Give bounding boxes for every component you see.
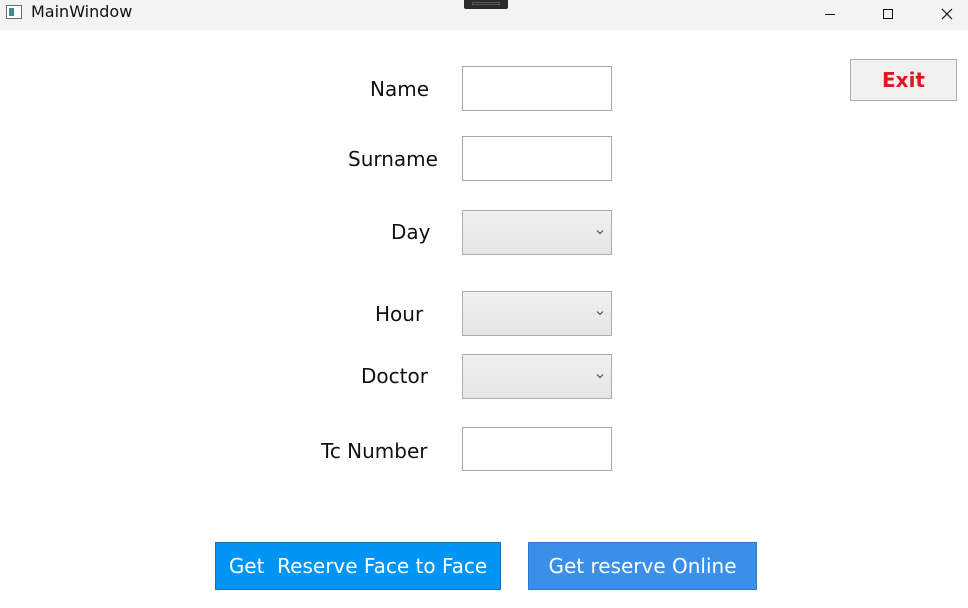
name-input[interactable] [462, 66, 612, 111]
reserve-face-to-face-button[interactable]: Get Reserve Face to Face [215, 542, 501, 590]
hour-combobox[interactable] [462, 291, 612, 336]
close-icon [941, 8, 953, 20]
surname-label: Surname [348, 147, 438, 171]
camera-notch-icon [464, 0, 508, 9]
exit-button[interactable]: Exit [850, 59, 957, 101]
name-label: Name [370, 77, 430, 101]
title-bar[interactable]: MainWindow [0, 0, 968, 30]
maximize-button[interactable] [865, 0, 911, 28]
chevron-down-icon [596, 374, 604, 379]
doctor-label: Doctor [361, 364, 428, 388]
hour-label: Hour [375, 302, 424, 326]
day-combobox[interactable] [462, 210, 612, 255]
main-window: MainWindow Name Surname Day Hour Doctor … [0, 0, 968, 608]
window-title: MainWindow [31, 2, 133, 21]
reserve-online-button[interactable]: Get reserve Online [528, 542, 757, 590]
chevron-down-icon [596, 230, 604, 235]
minimize-button[interactable] [807, 0, 853, 28]
doctor-combobox[interactable] [462, 354, 612, 399]
maximize-icon [883, 9, 893, 19]
tc-number-input[interactable] [462, 427, 612, 471]
close-button[interactable] [924, 0, 968, 28]
chevron-down-icon [596, 311, 604, 316]
surname-input[interactable] [462, 136, 612, 181]
minimize-icon [825, 13, 835, 15]
tc-number-label: Tc Number [321, 439, 428, 463]
app-window-icon [6, 5, 22, 19]
day-label: Day [391, 220, 431, 244]
